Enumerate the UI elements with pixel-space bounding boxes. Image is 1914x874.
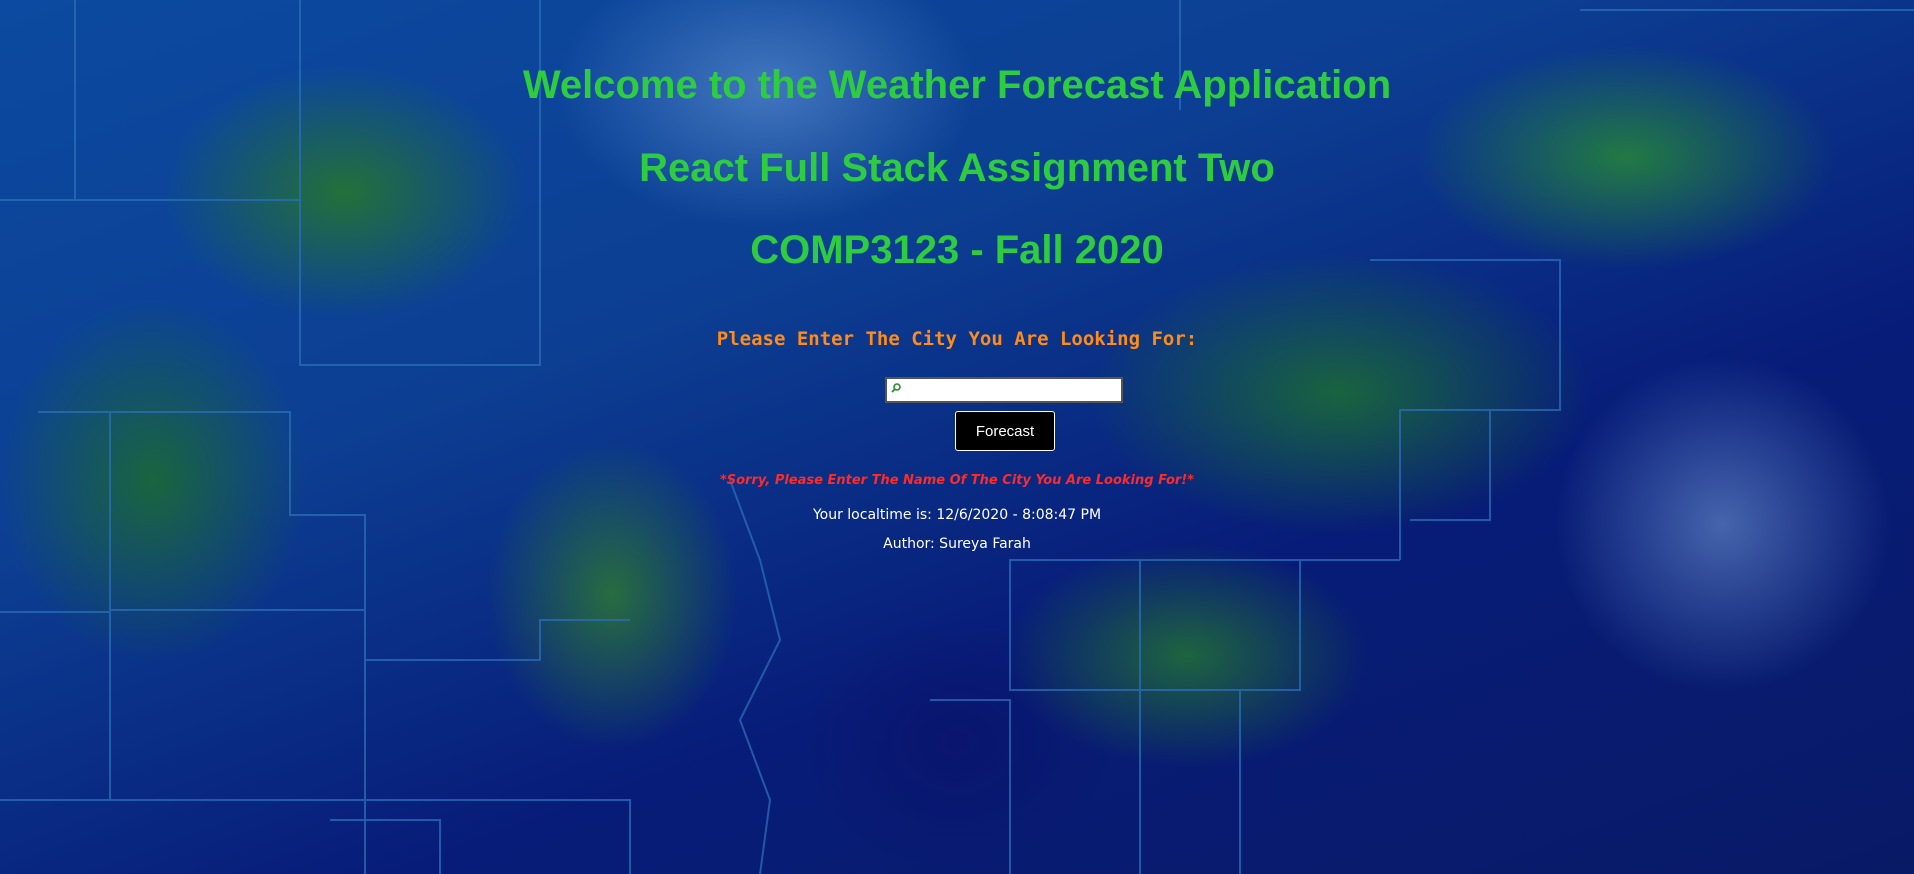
author-text: Author: Sureya Farah — [883, 536, 1031, 552]
error-message: *Sorry, Please Enter The Name Of The Cit… — [719, 473, 1195, 488]
course-heading: COMP3123 - Fall 2020 — [750, 228, 1164, 272]
main-content: Welcome to the Weather Forecast Applicat… — [0, 0, 1914, 874]
localtime-text: Your localtime is: 12/6/2020 - 8:08:47 P… — [812, 507, 1102, 523]
forecast-button[interactable]: Forecast — [955, 411, 1055, 451]
city-search-input[interactable] — [905, 379, 1117, 401]
assignment-heading: React Full Stack Assignment Two — [639, 146, 1275, 190]
city-prompt-label: Please Enter The City You Are Looking Fo… — [716, 328, 1198, 350]
search-icon — [891, 380, 901, 393]
welcome-heading: Welcome to the Weather Forecast Applicat… — [522, 63, 1392, 107]
city-search-box[interactable] — [885, 377, 1123, 403]
